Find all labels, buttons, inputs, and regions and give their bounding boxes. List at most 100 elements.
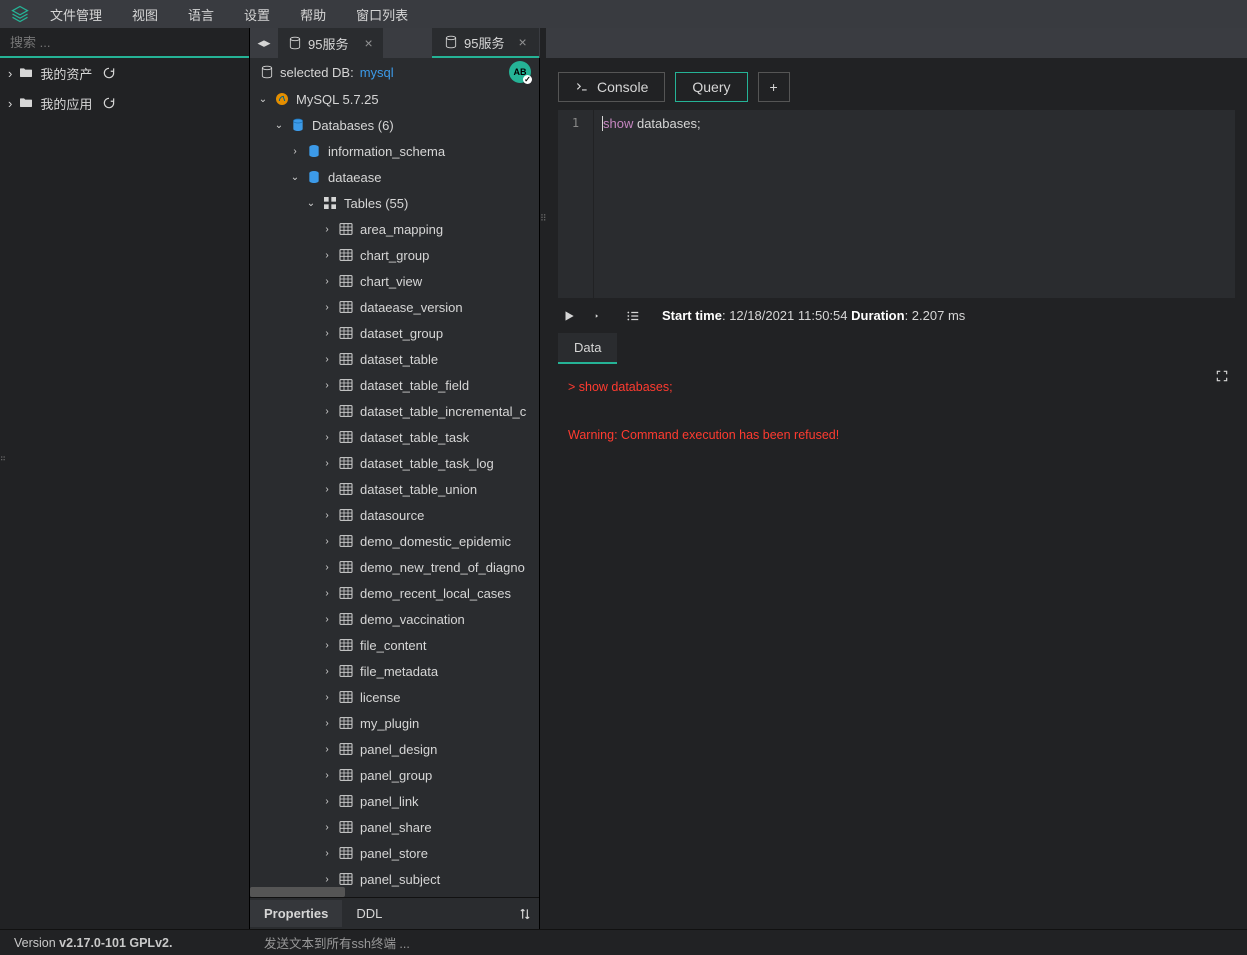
tree-db-info-schema[interactable]: › information_schema <box>250 138 539 164</box>
tree-table-row[interactable]: ›panel_design <box>250 736 539 762</box>
tree-label: license <box>360 690 400 705</box>
query-mode-button[interactable]: Query <box>675 72 747 102</box>
tree-table-row[interactable]: ›demo_domestic_epidemic <box>250 528 539 554</box>
duration-label: Duration <box>851 308 904 323</box>
splitter-handle-icon[interactable]: ⠿ <box>0 455 6 462</box>
search-box[interactable] <box>0 28 249 58</box>
tree-table-row[interactable]: ›chart_view <box>250 268 539 294</box>
tree-server[interactable]: ⌄ MySQL 5.7.25 <box>250 86 539 112</box>
result-tabs: Data <box>558 333 1235 364</box>
tree-table-row[interactable]: ›file_metadata <box>250 658 539 684</box>
tree-table-row[interactable]: ›dataset_table_task <box>250 424 539 450</box>
tree-table-row[interactable]: ›dataset_table_incremental_c <box>250 398 539 424</box>
close-tab-icon[interactable]: × <box>518 34 526 50</box>
run-button-icon[interactable] <box>560 309 578 323</box>
ab-badge[interactable]: AB✓ <box>509 61 531 83</box>
tree-table-row[interactable]: ›panel_link <box>250 788 539 814</box>
table-icon <box>338 403 354 419</box>
tree-table-row[interactable]: ›demo_recent_local_cases <box>250 580 539 606</box>
chevron-right-icon: › <box>322 484 332 495</box>
tree-label: dataset_table_task_log <box>360 456 494 471</box>
table-icon <box>338 559 354 575</box>
menu-file[interactable]: 文件管理 <box>38 1 114 28</box>
tab-ddl[interactable]: DDL <box>342 900 396 927</box>
tree-tables[interactable]: ⌄ Tables (55) <box>250 190 539 216</box>
menu-lang[interactable]: 语言 <box>176 1 226 28</box>
tree-label: dataset_table_union <box>360 482 477 497</box>
tree-table-row[interactable]: ›panel_group <box>250 762 539 788</box>
menu-winlist[interactable]: 窗口列表 <box>344 1 420 28</box>
tree-db-dataease[interactable]: ⌄ dataease <box>250 164 539 190</box>
add-tab-button[interactable]: + <box>758 72 790 102</box>
tree-table-row[interactable]: ›file_content <box>250 632 539 658</box>
table-icon <box>338 481 354 497</box>
db-tab-1[interactable]: 95服务 × <box>278 28 383 58</box>
table-icon <box>338 871 354 887</box>
sql-editor[interactable]: 1 show databases; <box>558 110 1235 298</box>
tree-label: dataset_table_task <box>360 430 469 445</box>
tree-table-row[interactable]: ›dataset_group <box>250 320 539 346</box>
sort-icon[interactable] <box>519 907 539 921</box>
tree-table-row[interactable]: ›dataset_table_task_log <box>250 450 539 476</box>
tree-table-row[interactable]: ›license <box>250 684 539 710</box>
editor-tab-1[interactable]: 95服务 × <box>432 28 539 58</box>
chevron-right-icon: › <box>322 224 332 235</box>
chevron-right-icon: › <box>8 96 12 111</box>
tree-label: MySQL 5.7.25 <box>296 92 379 107</box>
chevron-right-icon: › <box>322 328 332 339</box>
table-icon <box>338 299 354 315</box>
tree-table-row[interactable]: ›chart_group <box>250 242 539 268</box>
tree-table-row[interactable]: ›my_plugin <box>250 710 539 736</box>
chevron-right-icon: › <box>322 302 332 313</box>
tree-table-row[interactable]: ›panel_subject <box>250 866 539 887</box>
database-icon <box>444 35 458 49</box>
vertical-splitter[interactable]: ⠿ <box>540 28 546 929</box>
editor-pane: 95服务 × Console Query + 1 show databases;… <box>546 28 1247 929</box>
result-warning: Warning: Command execution has been refu… <box>568 424 1225 448</box>
status-bar: Version v2.17.0-101 GPLv2. 发送文本到所有ssh终端 … <box>0 929 1247 955</box>
tree-table-row[interactable]: ›dataset_table_field <box>250 372 539 398</box>
tree-table-row[interactable]: › dataset_table_union <box>250 476 539 502</box>
search-input[interactable] <box>10 35 239 50</box>
tree-table-row[interactable]: ›panel_store <box>250 840 539 866</box>
tree-table-row[interactable]: ›dataease_version <box>250 294 539 320</box>
chevron-right-icon: › <box>322 562 332 573</box>
tree-label: panel_group <box>360 768 432 783</box>
line-gutter: 1 <box>558 110 594 298</box>
collapse-panel-icon[interactable]: ◂▸ <box>250 28 278 58</box>
tree-table-row[interactable]: ›area_mapping <box>250 216 539 242</box>
chevron-right-icon: › <box>322 874 332 885</box>
tree-table-row[interactable]: ›datasource <box>250 502 539 528</box>
refresh-icon[interactable] <box>102 96 116 110</box>
fullscreen-icon[interactable] <box>1215 368 1229 392</box>
tree-databases[interactable]: ⌄ Databases (6) <box>250 112 539 138</box>
tab-properties[interactable]: Properties <box>250 900 342 927</box>
table-icon <box>338 585 354 601</box>
table-icon <box>338 455 354 471</box>
console-mode-button[interactable]: Console <box>558 72 665 102</box>
tree-label: panel_store <box>360 846 428 861</box>
menu-help[interactable]: 帮助 <box>288 1 338 28</box>
code-area[interactable]: show databases; <box>594 110 1235 298</box>
horizontal-scrollbar[interactable] <box>250 887 539 897</box>
sidebar-item-apps[interactable]: › 我的应用 <box>0 88 249 118</box>
list-icon[interactable] <box>624 309 642 323</box>
mysql-icon <box>274 91 290 107</box>
refresh-icon[interactable] <box>102 66 116 80</box>
tree-table-row[interactable]: ›dataset_table <box>250 346 539 372</box>
table-icon <box>338 741 354 757</box>
table-icon <box>338 325 354 341</box>
db-tree[interactable]: ⌄ MySQL 5.7.25 ⌄ Databases (6) › informa… <box>250 86 539 887</box>
tree-table-row[interactable]: ›demo_vaccination <box>250 606 539 632</box>
indent-icon[interactable] <box>592 309 610 323</box>
selected-db-value[interactable]: mysql <box>360 65 394 80</box>
table-icon <box>338 247 354 263</box>
tree-label: demo_domestic_epidemic <box>360 534 511 549</box>
tree-table-row[interactable]: ›panel_share <box>250 814 539 840</box>
menu-view[interactable]: 视图 <box>120 1 170 28</box>
sidebar-item-assets[interactable]: › 我的资产 <box>0 58 249 88</box>
menu-settings[interactable]: 设置 <box>232 1 282 28</box>
close-tab-icon[interactable]: × <box>364 35 372 51</box>
tab-data[interactable]: Data <box>558 333 617 364</box>
tree-table-row[interactable]: ›demo_new_trend_of_diagno <box>250 554 539 580</box>
